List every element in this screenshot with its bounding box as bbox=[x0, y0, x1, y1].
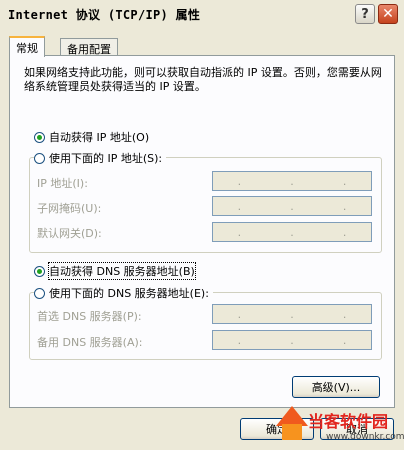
window-title: Internet 协议 (TCP/IP) 属性 bbox=[8, 8, 201, 22]
general-tab-panel: 如果网络支持此功能，则可以获取自动指派的 IP 设置。否则，您需要从网络系统管理… bbox=[9, 55, 395, 408]
ip-dot: . bbox=[290, 225, 294, 239]
ip-dot: . bbox=[237, 199, 242, 213]
ip-dot: . bbox=[342, 333, 347, 347]
watermark-logo-icon bbox=[276, 406, 308, 426]
watermark-title: 当客软件园 bbox=[308, 412, 389, 431]
ip-dot: . bbox=[290, 333, 294, 347]
ip-auto-radio-row[interactable]: 自动获得 IP 地址(O) bbox=[34, 129, 149, 145]
default-gateway-label: 默认网关(D): bbox=[37, 227, 102, 240]
watermark-house-icon bbox=[282, 424, 302, 440]
ip-dot: . bbox=[342, 225, 347, 239]
preferred-dns-field[interactable]: ... bbox=[212, 304, 372, 324]
subnet-mask-label: 子网掩码(U): bbox=[37, 202, 102, 215]
ip-address-label: IP 地址(I): bbox=[37, 177, 88, 190]
watermark: 当客软件园 www.downkr.com bbox=[270, 402, 404, 450]
description-text: 如果网络支持此功能，则可以获取自动指派的 IP 设置。否则，您需要从网络系统管理… bbox=[24, 66, 382, 93]
ip-dot: . bbox=[237, 225, 242, 239]
ip-dot: . bbox=[290, 199, 294, 213]
ip-dot: . bbox=[342, 174, 347, 188]
tab-general[interactable]: 常规 bbox=[9, 36, 45, 57]
alternate-dns-label: 备用 DNS 服务器(A): bbox=[37, 336, 143, 349]
help-icon: ? bbox=[361, 6, 369, 22]
subnet-mask-field[interactable]: ... bbox=[212, 196, 372, 216]
ip-manual-radio-row[interactable]: 使用下面的 IP 地址(S): bbox=[34, 150, 167, 166]
ip-dot: . bbox=[290, 174, 294, 188]
watermark-url: www.downkr.com bbox=[326, 432, 404, 442]
ip-auto-radio[interactable] bbox=[34, 131, 45, 143]
dns-auto-label: 自动获得 DNS 服务器地址(B) bbox=[48, 262, 196, 280]
preferred-dns-label: 首选 DNS 服务器(P): bbox=[37, 310, 142, 323]
dns-manual-radio[interactable] bbox=[34, 287, 45, 299]
ip-dot: . bbox=[290, 307, 294, 321]
ip-manual-radio[interactable] bbox=[34, 152, 45, 164]
ip-dot: . bbox=[237, 307, 242, 321]
tab-alternate-config[interactable]: 备用配置 bbox=[60, 38, 118, 56]
dns-auto-radio[interactable] bbox=[34, 265, 45, 277]
ip-address-field[interactable]: ... bbox=[212, 171, 372, 191]
dns-auto-radio-row[interactable]: 自动获得 DNS 服务器地址(B) bbox=[34, 262, 196, 280]
ip-dot: . bbox=[342, 199, 347, 213]
close-icon: ✕ bbox=[382, 6, 394, 22]
ip-dot: . bbox=[237, 333, 242, 347]
default-gateway-field[interactable]: ... bbox=[212, 222, 372, 242]
ip-dot: . bbox=[342, 307, 347, 321]
close-button[interactable]: ✕ bbox=[378, 4, 398, 24]
help-button[interactable]: ? bbox=[355, 4, 375, 24]
title-bar: Internet 协议 (TCP/IP) 属性 ? ✕ bbox=[0, 0, 404, 30]
dns-manual-label: 使用下面的 DNS 服务器地址(E): bbox=[49, 287, 209, 300]
ip-auto-label: 自动获得 IP 地址(O) bbox=[49, 131, 150, 144]
advanced-button[interactable]: 高级(V)... bbox=[292, 376, 380, 398]
alternate-dns-field[interactable]: ... bbox=[212, 330, 372, 350]
ip-dot: . bbox=[237, 174, 242, 188]
ip-manual-label: 使用下面的 IP 地址(S): bbox=[49, 152, 163, 165]
dns-manual-radio-row[interactable]: 使用下面的 DNS 服务器地址(E): bbox=[34, 285, 213, 301]
